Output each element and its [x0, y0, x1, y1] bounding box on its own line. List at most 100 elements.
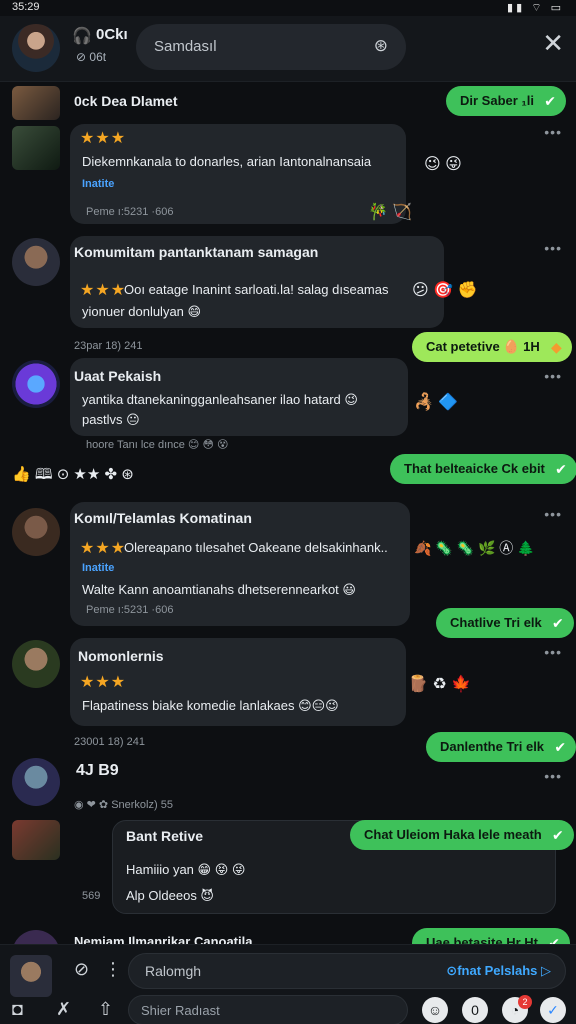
sender-name: 0ck Dea Dlamet: [74, 93, 178, 109]
headphones-icon: 🎧: [72, 28, 92, 45]
message-link[interactable]: Inatite: [82, 178, 114, 190]
more-options-icon[interactable]: •••: [544, 768, 562, 784]
reply-pill[interactable]: That belteaicke Ck ebit ✔: [390, 454, 576, 484]
sender-name: 4J B9: [76, 762, 119, 779]
menu-dots-icon[interactable]: ⋮: [104, 959, 122, 980]
search-icon[interactable]: ⊛: [374, 36, 388, 56]
message-text: yantika dtanekaningganleahsaner ilao hat…: [82, 392, 358, 407]
message-meta: Peme ı:5231 ·606: [86, 206, 174, 218]
search-placeholder: Samdasıl: [154, 38, 217, 55]
rating-stars: ★★★: [80, 674, 127, 691]
avatar[interactable]: [12, 820, 60, 860]
sender-status: ◉ ❤ ✿ Snerkolz) 55: [74, 799, 173, 811]
message-input[interactable]: Ralomgh ⊙fnat Pelslahs ▷: [128, 953, 566, 989]
check-icon: ✔: [548, 935, 560, 944]
rating-stars: ★★★: [80, 540, 127, 557]
reply-label: That belteaicke Ck ebit: [404, 461, 545, 476]
status-bar: 35:29 ▮▮ ⌔ ▭: [0, 0, 576, 16]
message-text: Flapatiness biake komedie lanlakaes 😊😑😉: [82, 698, 339, 713]
notification-badge: 2: [518, 995, 532, 1009]
message-text: Olereapano tılesahet Oakeane delsakinhan…: [124, 540, 388, 555]
message-text: pastlvs 😐: [82, 412, 140, 427]
sender-name: Uaat Pekaish: [74, 368, 162, 384]
reaction-toolbar[interactable]: 👍 🕮 ⊙ ★★ ✤ ⊛: [12, 464, 134, 489]
side-label: 569: [82, 890, 101, 902]
close-icon[interactable]: ✕: [542, 30, 564, 56]
compose-input[interactable]: Shier Radıast: [128, 995, 408, 1024]
status-time: 35:29: [12, 1, 40, 13]
more-options-icon[interactable]: •••: [544, 240, 562, 256]
reply-label: Danlenthe Tri elk: [440, 739, 545, 754]
check-icon: ✔: [552, 615, 564, 631]
profile-avatar[interactable]: [12, 24, 60, 72]
message-title: Bant Retive: [126, 828, 204, 844]
rating-stars: ★★★: [80, 130, 127, 147]
avatar[interactable]: [12, 360, 60, 408]
composer-bar: ⊘ ⋮ Ralomgh ⊙fnat Pelslahs ▷ ◘ ✗ ⇧ Shier…: [0, 944, 576, 1024]
timestamp: 23001 18) 241: [74, 736, 145, 748]
reply-pill[interactable]: Chat Uleiom Haka lele meath ✔: [350, 820, 574, 850]
timestamp: 23par 18) 241: [74, 340, 143, 352]
reaction-emojis: 🎋 🏹: [368, 204, 413, 221]
check-icon[interactable]: ✓: [540, 997, 566, 1023]
sender-name: Nomonlernis: [78, 648, 164, 664]
message-text: yionuer donlulyan 😄: [82, 304, 202, 319]
message-text: Hamiiio yan 😁 😝 😜: [126, 862, 246, 877]
reaction-emojis: 😉 😜: [424, 156, 462, 173]
more-options-icon[interactable]: •••: [544, 124, 562, 140]
avatar[interactable]: [12, 238, 60, 286]
check-icon: ✔: [544, 93, 557, 109]
check-icon: ✔: [552, 827, 564, 843]
reply-pill[interactable]: Dir Saber ₁li ✔: [446, 86, 567, 116]
profile-name: 0Ckı: [96, 26, 128, 43]
avatar[interactable]: [12, 758, 60, 806]
send-button[interactable]: ⊙fnat Pelslahs ▷: [446, 963, 551, 979]
check-icon: ✔: [554, 739, 567, 755]
message-feed: 0ck Dea Dlamet Dir Saber ₁li ✔ ★★★ Diekem…: [0, 82, 576, 944]
message-text: Diekemnkanala to donarles, arian Iantona…: [82, 154, 372, 169]
compose-placeholder: Shier Radıast: [141, 1003, 220, 1018]
reaction-emojis: 🍂 🦠 🦠 🌿 Ⓐ 🌲: [414, 540, 535, 556]
search-box[interactable]: Samdasıl ⊛: [136, 24, 406, 70]
reply-pill[interactable]: Uae betasite Hr Ht ✔: [412, 928, 570, 944]
reply-label: Chatlive Tri elk: [450, 615, 542, 630]
more-options-icon[interactable]: •••: [544, 644, 562, 660]
avatar[interactable]: [12, 126, 60, 170]
avatar[interactable]: [12, 930, 60, 944]
reply-label: Chat Uleiom Haka lele meath: [364, 827, 542, 842]
rating-stars: ★★★: [80, 282, 127, 299]
avatar[interactable]: [12, 640, 60, 688]
reply-label: Dir Saber ₁li: [460, 93, 535, 108]
reply-pill[interactable]: Chatlive Tri elk ✔: [436, 608, 574, 638]
reaction-emojis: 😕 🎯 ✊: [412, 282, 478, 299]
avatar[interactable]: [12, 86, 60, 120]
upload-icon[interactable]: ⇧: [98, 999, 113, 1020]
check-icon: ✔: [555, 461, 567, 477]
emoji-icon[interactable]: ☺: [422, 997, 448, 1023]
sender-name: Nemiam Ilmanrikar Canoatila: [74, 934, 253, 944]
reply-label: Uae betasite Hr Ht: [426, 935, 538, 944]
reaction-emojis: 🪵 ♻ 🍁: [408, 676, 472, 693]
input-placeholder: Ralomgh: [145, 963, 202, 979]
my-avatar[interactable]: [10, 955, 52, 997]
more-options-icon[interactable]: •••: [544, 506, 562, 522]
reply-pill[interactable]: Danlenthe Tri elk ✔: [426, 732, 576, 762]
message-text: Alp Oldeeos 😈: [126, 888, 214, 903]
message-text: Ooı eatage Inanint sarloati.la! salag dı…: [124, 282, 389, 297]
profile-status: ⊘ 06t: [76, 50, 107, 64]
system-icons: ▮▮ ⌔ ▭: [507, 2, 564, 14]
chevron-icon: ◆: [550, 339, 562, 355]
zero-icon[interactable]: 0: [462, 997, 488, 1023]
more-options-icon[interactable]: •••: [544, 368, 562, 384]
reply-label: Cat petetive 🥚 1H: [426, 339, 540, 354]
reaction-emojis: 🦂 🔷: [414, 394, 459, 411]
sender-name: Komumitam pantanktanam samagan: [74, 244, 319, 260]
shuffle-icon[interactable]: ✗: [56, 999, 71, 1020]
attach-icon[interactable]: ⊘: [74, 959, 89, 980]
message-link[interactable]: Inatite: [82, 562, 114, 574]
camera-icon[interactable]: ◘: [12, 999, 23, 1020]
message-meta: Peme ı:5231 ·606: [86, 604, 174, 616]
avatar[interactable]: [12, 508, 60, 556]
reply-pill[interactable]: Cat petetive 🥚 1H ◆: [412, 332, 572, 362]
message-meta: hoore Tanı lce dınce 😊 😳 😵: [86, 439, 229, 451]
